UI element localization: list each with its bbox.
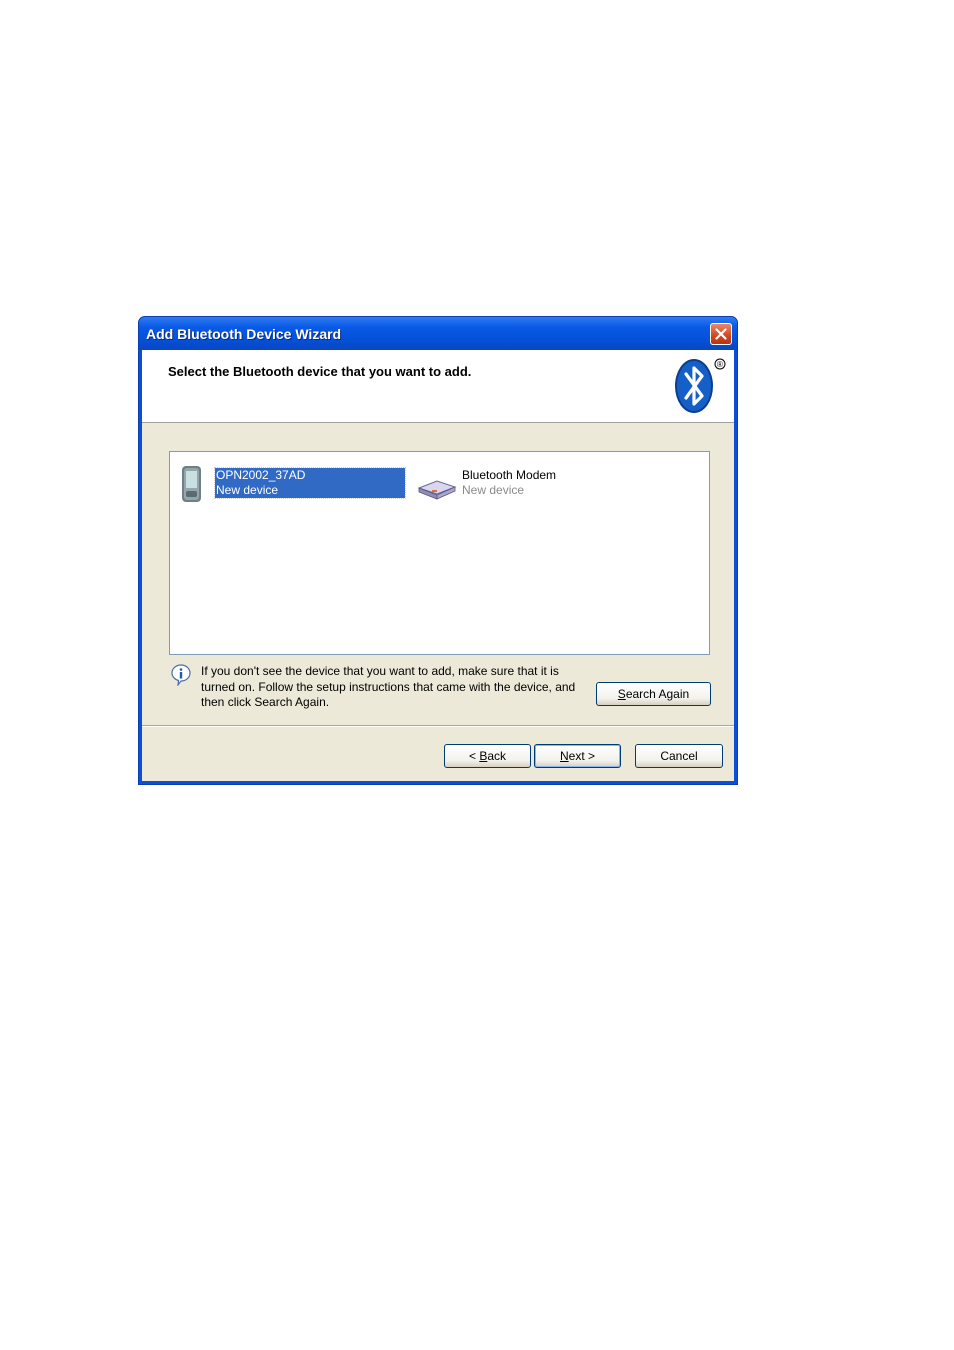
pda-icon	[182, 466, 201, 502]
button-label-rest: earch Again	[625, 687, 690, 701]
button-label-rest: ack	[487, 749, 507, 763]
device-name: OPN2002_37AD	[216, 468, 306, 482]
bluetooth-logo-icon: ®	[675, 358, 726, 413]
info-icon	[171, 664, 191, 686]
search-again-button[interactable]: Search Again	[596, 682, 711, 706]
button-accelerator: S	[617, 687, 626, 701]
dialog-client-area: Select the Bluetooth device that you wan…	[142, 350, 734, 781]
button-label-prefix: <	[468, 749, 480, 763]
modem-icon	[417, 480, 457, 500]
close-icon[interactable]	[710, 323, 732, 345]
header-instruction: Select the Bluetooth device that you wan…	[168, 364, 472, 379]
device-label: OPN2002_37AD New device	[214, 467, 406, 499]
back-button[interactable]: < Back	[444, 744, 531, 768]
info-message: If you don't see the device that you wan…	[201, 664, 576, 709]
wizard-header: Select the Bluetooth device that you wan…	[142, 350, 734, 423]
next-button[interactable]: Next >	[534, 744, 621, 768]
button-label-rest: ext >	[568, 749, 596, 763]
registered-mark: ®	[717, 360, 723, 369]
device-status: New device	[462, 483, 525, 497]
device-status: New device	[216, 483, 279, 497]
device-item-opn2002[interactable]: OPN2002_37AD New device	[179, 464, 409, 502]
title-bar[interactable]: Add Bluetooth Device Wizard	[139, 317, 737, 350]
device-item-bluetooth-modem[interactable]: Bluetooth Modem New device	[417, 464, 647, 500]
device-label: Bluetooth Modem New device	[461, 468, 651, 498]
cancel-button[interactable]: Cancel	[635, 744, 723, 768]
button-separator	[142, 725, 734, 727]
device-list[interactable]: OPN2002_37AD New device Bluetooth Modem …	[169, 451, 710, 655]
device-name: Bluetooth Modem	[462, 468, 557, 482]
window-title: Add Bluetooth Device Wizard	[146, 326, 342, 342]
wizard-window: Add Bluetooth Device Wizard Select the B…	[138, 316, 738, 785]
button-accelerator: N	[559, 749, 569, 763]
